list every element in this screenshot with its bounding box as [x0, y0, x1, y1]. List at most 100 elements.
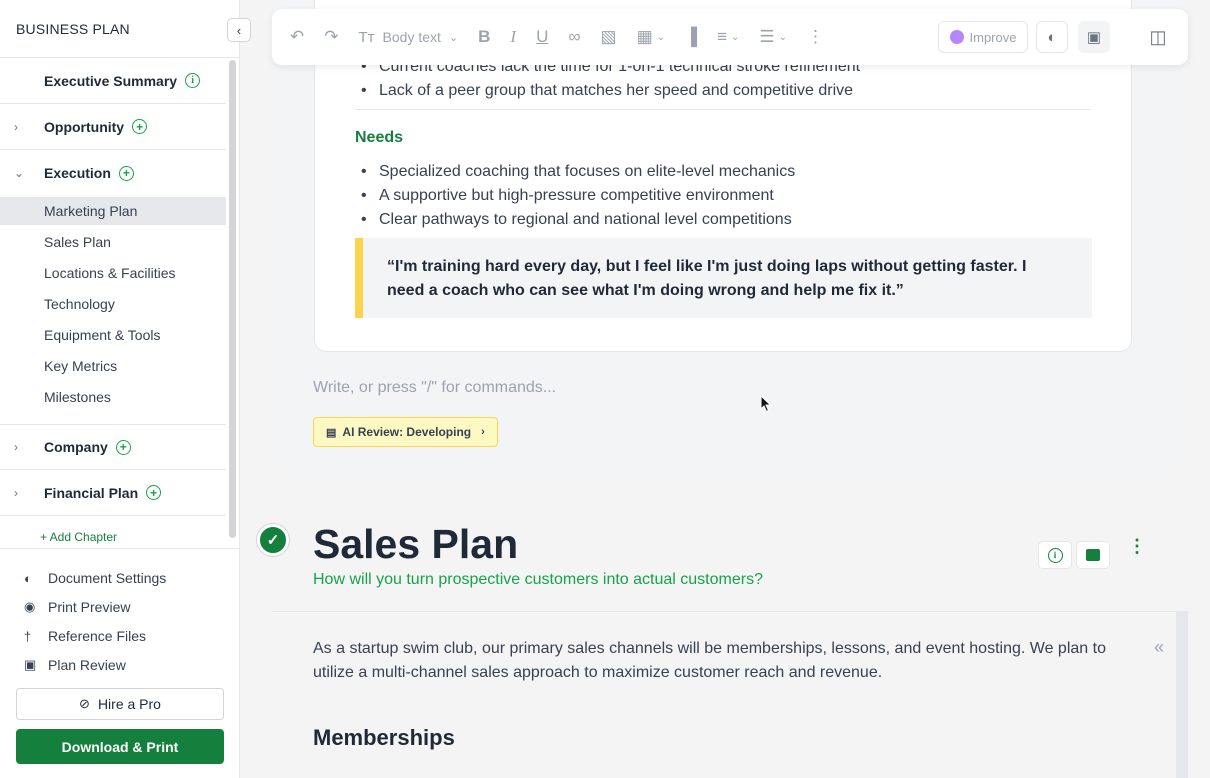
chevron-right-icon[interactable]: ›	[0, 486, 44, 500]
improve-button[interactable]: Improve	[938, 21, 1028, 53]
sidebar-scrollbar[interactable]	[229, 60, 236, 538]
document-search-icon: ▣	[24, 657, 37, 672]
chevron-down-icon: ⌄	[448, 31, 459, 44]
needs-heading: Needs	[355, 129, 404, 146]
section-paragraph[interactable]: As a startup swim club, our primary sale…	[313, 637, 1123, 685]
text-type-icon: Tᴛ	[358, 28, 375, 46]
util-label: Plan Review	[48, 657, 126, 673]
editor-toolbar: ↶ ↷ Tᴛ Body text ⌄ B I U ∞ ▧ ▦ ⌄ ▐ ≡ ⌄ ☰ ⌄ …	[272, 9, 1188, 65]
redo-icon[interactable]: ↷	[324, 27, 338, 47]
link-icon[interactable]: ∞	[568, 27, 580, 47]
divider	[0, 548, 240, 549]
section-comment-button[interactable]	[1076, 541, 1110, 569]
list-item: Clear pathways to regional and national …	[361, 211, 792, 229]
chart-icon[interactable]: ▐	[685, 27, 697, 47]
sidebar-item-equipment[interactable]: Equipment & Tools	[0, 321, 226, 349]
plus-circle-icon[interactable]: +	[118, 165, 134, 181]
editor-input[interactable]: Write, or press "/" for commands...	[313, 379, 556, 397]
check-complete-icon[interactable]: ✓	[257, 524, 289, 556]
sidebar-toggle-icon[interactable]: ◫	[1142, 21, 1174, 53]
plan-title: BUSINESS PLAN	[16, 20, 130, 37]
chapter-label: Opportunity	[44, 118, 125, 135]
chapter-opportunity[interactable]: › Opportunity +	[0, 104, 226, 150]
sidebar-item-key-metrics[interactable]: Key Metrics	[0, 352, 226, 380]
section-info-button[interactable]: i	[1038, 541, 1072, 569]
sidebar-item-marketing-plan[interactable]: Marketing Plan	[0, 197, 226, 225]
ai-sparkle-icon	[949, 30, 964, 44]
section-title: Sales Plan	[313, 521, 519, 567]
improve-label: Improve	[969, 29, 1017, 45]
align-icon[interactable]: ☰ ⌄	[759, 27, 787, 47]
add-comment-icon[interactable]: ▣	[1078, 21, 1110, 53]
info-icon[interactable]: i	[185, 73, 201, 88]
sidebar-item-sales-plan[interactable]: Sales Plan	[0, 228, 226, 256]
reference-files-link[interactable]: † Reference Files	[24, 628, 146, 644]
hire-a-pro-button[interactable]: ⊘ Hire a Pro	[16, 688, 224, 720]
download-print-button[interactable]: Download & Print	[16, 729, 224, 764]
print-preview-link[interactable]: ◉ Print Preview	[24, 599, 130, 615]
add-chapter-link[interactable]: + Add Chapter	[40, 530, 117, 544]
chevron-right-icon: ›	[481, 426, 485, 438]
chevron-left-icon[interactable]: ‹	[227, 18, 251, 42]
document-settings-link[interactable]: ◐ Document Settings	[24, 570, 166, 586]
palette-icon: ◐	[24, 570, 32, 586]
palette-icon[interactable]: ◐	[1036, 21, 1068, 53]
memberships-heading: Memberships	[313, 725, 455, 750]
divider	[355, 109, 1091, 110]
chapter-label: Financial Plan	[44, 484, 139, 501]
undo-icon[interactable]: ↶	[290, 27, 304, 47]
chapter-company[interactable]: › Company +	[0, 424, 226, 470]
list-item: Lack of a peer group that matches her sp…	[361, 82, 853, 100]
sidebar-item-locations[interactable]: Locations & Facilities	[0, 259, 226, 287]
hire-label: Hire a Pro	[97, 696, 161, 712]
mouse-cursor-icon	[760, 395, 772, 413]
ai-review-label: AI Review: Developing	[342, 425, 472, 439]
chapter-label: Executive Summary	[44, 72, 178, 89]
plan-review-link[interactable]: ▣ Plan Review	[24, 657, 126, 673]
sidebar-header: BUSINESS PLAN	[0, 0, 239, 58]
chevron-right-icon[interactable]: ›	[0, 120, 44, 134]
chapter-execution[interactable]: ⌄ Execution +	[0, 150, 226, 196]
table-icon[interactable]: ▦ ⌄	[637, 27, 665, 47]
image-icon[interactable]: ▧	[601, 27, 617, 47]
sidebar: BUSINESS PLAN Executive Summary i › Oppo…	[0, 0, 240, 778]
italic-icon[interactable]: I	[510, 27, 516, 47]
double-chevron-left-icon[interactable]: «	[1154, 637, 1164, 658]
text-style-dropdown[interactable]: Tᴛ Body text ⌄	[359, 29, 459, 46]
sidebar-item-milestones[interactable]: Milestones	[0, 383, 226, 411]
eye-icon: ◉	[24, 599, 36, 614]
main-content: Current coaches lack the time for 1-on-1…	[240, 0, 1210, 778]
compass-icon: ⊘	[79, 696, 90, 711]
chapter-executive-summary[interactable]: Executive Summary i	[0, 58, 226, 104]
chapter-label: Execution	[44, 165, 111, 181]
chapter-financial-plan[interactable]: › Financial Plan +	[0, 470, 226, 516]
more-vertical-icon[interactable]: ⋮	[1128, 537, 1146, 555]
chapter-label: Company	[44, 439, 108, 455]
document-icon: ▤	[326, 426, 337, 439]
section-subtitle: How will you turn prospective customers …	[313, 571, 763, 588]
comment-icon	[1086, 549, 1100, 561]
plus-circle-icon[interactable]: +	[146, 485, 162, 500]
info-icon: i	[1047, 547, 1063, 563]
util-label: Print Preview	[48, 599, 131, 615]
sidebar-item-technology[interactable]: Technology	[0, 290, 226, 318]
find-icon[interactable]: ≡ ⌄	[717, 27, 739, 47]
persona-quote: “I'm training hard every day, but I feel…	[355, 238, 1092, 318]
divider	[272, 611, 1188, 612]
bold-icon[interactable]: B	[478, 27, 490, 47]
list-item: A supportive but high-pressure competiti…	[361, 187, 774, 205]
more-vertical-icon[interactable]: ⋮	[807, 27, 824, 47]
chevron-right-icon[interactable]: ›	[0, 440, 44, 454]
comments-rail	[1176, 612, 1188, 778]
plus-circle-icon[interactable]: +	[132, 119, 148, 134]
paperclip-icon: †	[24, 628, 32, 644]
underline-icon[interactable]: U	[536, 27, 548, 47]
util-label: Reference Files	[48, 628, 147, 644]
text-style-label: Body text	[382, 29, 441, 45]
list-item: Specialized coaching that focuses on eli…	[361, 163, 795, 181]
section-card-marketing: Current coaches lack the time for 1-on-1…	[272, 0, 1188, 470]
plus-circle-icon[interactable]: +	[115, 439, 131, 455]
chevron-down-icon[interactable]: ⌄	[0, 166, 44, 180]
util-label: Document Settings	[48, 570, 167, 586]
ai-review-button[interactable]: ▤ AI Review: Developing ›	[313, 417, 498, 447]
